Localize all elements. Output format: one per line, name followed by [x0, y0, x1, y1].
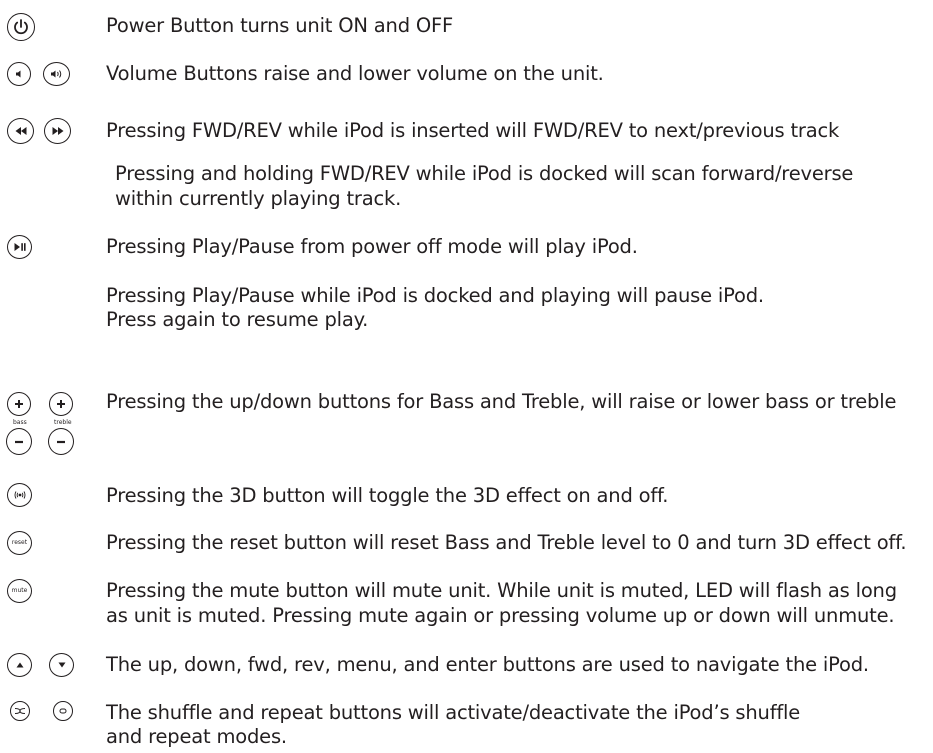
shuffle-description-line1: The shuffle and repeat buttons will acti… [106, 701, 801, 724]
pause-description-line1: Pressing Play/Pause while iPod is docked… [106, 284, 764, 307]
treble-label: treble [54, 419, 72, 426]
mute-icon-label: mute [11, 587, 28, 594]
repeat-icon [53, 701, 73, 721]
shuffle-icon [10, 701, 30, 721]
treble-up-icon [49, 392, 73, 416]
scan-description-line1: Pressing and holding FWD/REV while iPod … [115, 162, 854, 185]
3d-description: Pressing the 3D button will toggle the 3… [106, 484, 669, 507]
mute-description-line1: Pressing the mute button will mute unit.… [106, 579, 897, 602]
volume-up-icon [43, 62, 70, 86]
forward-icon [44, 118, 71, 144]
reset-icon-label: reset [11, 539, 28, 546]
3d-effect-icon [7, 483, 32, 507]
scan-description-line2: within currently playing track. [115, 187, 402, 210]
down-arrow-icon [49, 653, 74, 677]
bass-down-icon [6, 428, 32, 455]
play-description: Pressing Play/Pause from power off mode … [106, 235, 638, 258]
up-arrow-icon [7, 653, 32, 677]
power-button-icon [7, 13, 35, 41]
navigation-description: The up, down, fwd, rev, menu, and enter … [106, 653, 869, 676]
treble-down-icon [48, 428, 74, 455]
bass-treble-description: Pressing the up/down buttons for Bass an… [106, 390, 897, 413]
bass-label: bass [13, 419, 27, 426]
skip-description: Pressing FWD/REV while iPod is inserted … [106, 119, 840, 142]
bass-up-icon [7, 392, 31, 416]
rewind-icon [7, 118, 34, 144]
reset-description: Pressing the reset button will reset Bas… [106, 531, 907, 554]
mute-icon: mute [7, 579, 32, 603]
mute-description-line2: as unit is muted. Pressing mute again or… [106, 604, 895, 627]
volume-description: Volume Buttons raise and lower volume on… [106, 62, 604, 85]
volume-down-icon [7, 62, 31, 86]
reset-icon: reset [7, 531, 32, 555]
pause-description-line2: Press again to resume play. [106, 308, 369, 331]
power-description: Power Button turns unit ON and OFF [106, 14, 454, 37]
shuffle-description-line2: and repeat modes. [106, 725, 287, 748]
play-pause-icon [7, 235, 32, 259]
